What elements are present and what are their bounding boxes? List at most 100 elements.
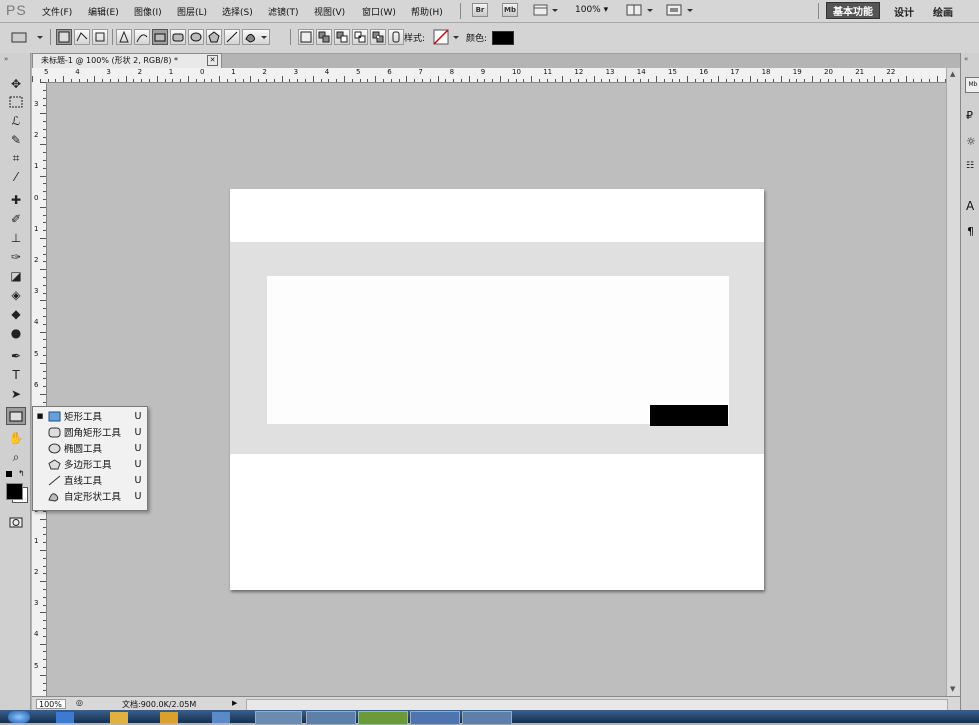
screen-mode-dropdown[interactable]: [666, 3, 696, 17]
swap-colors-icon[interactable]: ↰: [18, 469, 25, 478]
ellipse-button[interactable]: [188, 29, 204, 45]
zoom-level-field[interactable]: 100%: [36, 699, 66, 709]
flyout-item-ellipse[interactable]: 椭圆工具 U: [33, 440, 145, 456]
inner-white-rectangle[interactable]: [267, 276, 729, 424]
close-icon[interactable]: ✕: [207, 55, 218, 66]
black-rectangle-shape[interactable]: [650, 405, 728, 426]
brush-tool[interactable]: ✐: [6, 210, 26, 228]
flyout-item-polygon[interactable]: 多边形工具 U: [33, 456, 145, 472]
lasso-tool[interactable]: ℒ: [6, 112, 26, 130]
ruler-tick: [554, 79, 556, 82]
taskbar-ie-icon[interactable]: [56, 712, 74, 723]
taskbar-explorer-icon[interactable]: [110, 712, 128, 723]
start-button-icon[interactable]: [8, 711, 30, 723]
ruler-tick: [695, 79, 696, 82]
ruler-tick: [234, 79, 236, 82]
menu-view[interactable]: 视图(V): [314, 5, 345, 18]
move-tool[interactable]: ✥: [6, 75, 26, 93]
type-tool[interactable]: T: [6, 366, 26, 384]
vertical-scrollbar[interactable]: ▲ ▼: [946, 68, 961, 696]
ruler-tick: [211, 79, 213, 82]
paths-button[interactable]: [74, 29, 90, 45]
add-to-shape-button[interactable]: [316, 29, 332, 45]
ruler-tick: [43, 565, 46, 567]
zoom-dropdown[interactable]: 100% ▾: [575, 5, 608, 15]
scroll-up-icon[interactable]: ▲: [950, 70, 955, 78]
history-panel-icon[interactable]: ₽: [966, 109, 973, 122]
history-brush-tool[interactable]: ✑: [6, 248, 26, 266]
taskbar-folder-icon[interactable]: [160, 712, 178, 723]
menu-image[interactable]: 图像(I): [134, 5, 162, 18]
extras-dropdown[interactable]: [533, 3, 561, 17]
quick-select-tool[interactable]: ✎: [6, 131, 26, 149]
dodge-tool[interactable]: ●: [6, 324, 26, 342]
link-style-button[interactable]: [388, 29, 404, 45]
workspace-essentials-button[interactable]: 基本功能: [826, 2, 880, 19]
color-swatch[interactable]: [492, 31, 514, 45]
intersect-shape-button[interactable]: [352, 29, 368, 45]
minibridge-panel-icon[interactable]: Mb: [965, 77, 979, 93]
menu-layer[interactable]: 图层(L): [177, 5, 207, 18]
pen-tool[interactable]: ✒: [6, 347, 26, 365]
ruler-tick: [422, 79, 423, 82]
status-options-icon[interactable]: ◎: [76, 698, 83, 707]
clone-stamp-tool[interactable]: ⊥: [6, 229, 26, 247]
ruler-tick: [156, 76, 158, 82]
exclude-shape-button[interactable]: [370, 29, 386, 45]
collapse-icon[interactable]: »: [4, 55, 8, 63]
flyout-item-line[interactable]: 直线工具 U: [33, 472, 145, 488]
crop-tool[interactable]: ⌗: [6, 149, 26, 167]
status-menu-arrow-icon[interactable]: ▶: [232, 699, 237, 707]
ruler-tick: [320, 79, 322, 82]
menu-window[interactable]: 窗口(W): [362, 5, 396, 18]
workspace-design-button[interactable]: 设计: [894, 4, 914, 19]
healing-brush-tool[interactable]: ✚: [6, 191, 26, 209]
marquee-tool[interactable]: [6, 93, 26, 111]
menu-file[interactable]: 文件(F): [42, 5, 72, 18]
zoom-tool[interactable]: ⌕: [6, 448, 26, 466]
flyout-item-custom-shape[interactable]: 自定形状工具 U: [33, 488, 145, 504]
rounded-rectangle-button[interactable]: [170, 29, 186, 45]
document-tab[interactable]: 未标题-1 @ 100% (形状 2, RGB/8) * ✕: [32, 53, 222, 68]
subtract-shape-button[interactable]: [334, 29, 350, 45]
line-button[interactable]: [224, 29, 240, 45]
default-colors-icon[interactable]: [6, 471, 12, 477]
blur-tool[interactable]: ◆: [6, 305, 26, 323]
taskbar-app-icon[interactable]: [212, 712, 230, 723]
freeform-pen-button[interactable]: [134, 29, 150, 45]
menu-filter[interactable]: 滤镜(T): [268, 5, 299, 18]
pen-tool-button[interactable]: [116, 29, 132, 45]
shape-layers-button[interactable]: [56, 29, 72, 45]
menu-select[interactable]: 选择(S): [222, 5, 253, 18]
eyedropper-tool[interactable]: ⁄: [6, 168, 26, 186]
hand-tool[interactable]: ✋: [6, 429, 26, 447]
style-picker[interactable]: [433, 29, 461, 45]
actions-panel-icon[interactable]: ☼: [966, 135, 976, 148]
menu-edit[interactable]: 编辑(E): [88, 5, 119, 18]
rectangle-tool-button[interactable]: [152, 29, 168, 45]
expand-panels-icon[interactable]: «: [964, 55, 968, 63]
arrange-documents-dropdown[interactable]: [626, 3, 656, 17]
fill-pixels-button[interactable]: [92, 29, 108, 45]
new-shape-layer-button[interactable]: [298, 29, 314, 45]
scroll-down-icon[interactable]: ▼: [950, 685, 955, 693]
minibridge-button[interactable]: Mb: [502, 3, 518, 17]
paint-bucket-tool[interactable]: ◈: [6, 286, 26, 304]
paragraph-panel-icon[interactable]: ¶: [967, 225, 974, 238]
custom-shape-button[interactable]: [242, 29, 270, 45]
path-selection-tool[interactable]: ➤: [6, 385, 26, 403]
flyout-item-rounded-rectangle[interactable]: 圆角矩形工具 U: [33, 424, 145, 440]
tool-preset-picker[interactable]: [8, 29, 46, 45]
bridge-button[interactable]: Br: [472, 3, 488, 17]
flyout-item-rectangle[interactable]: ■ 矩形工具 U: [33, 408, 145, 424]
eraser-tool[interactable]: ◪: [6, 267, 26, 285]
rectangle-tool[interactable]: [6, 407, 26, 425]
character-panel-icon[interactable]: A: [966, 199, 974, 213]
ruler-tick: [43, 542, 46, 544]
quick-mask-button[interactable]: [6, 513, 26, 531]
menu-help[interactable]: 帮助(H): [411, 5, 443, 18]
workspace-paint-button[interactable]: 绘画: [933, 4, 953, 19]
foreground-color-swatch[interactable]: [6, 483, 23, 500]
layer-comps-icon[interactable]: ☷: [966, 161, 974, 171]
polygon-button[interactable]: [206, 29, 222, 45]
